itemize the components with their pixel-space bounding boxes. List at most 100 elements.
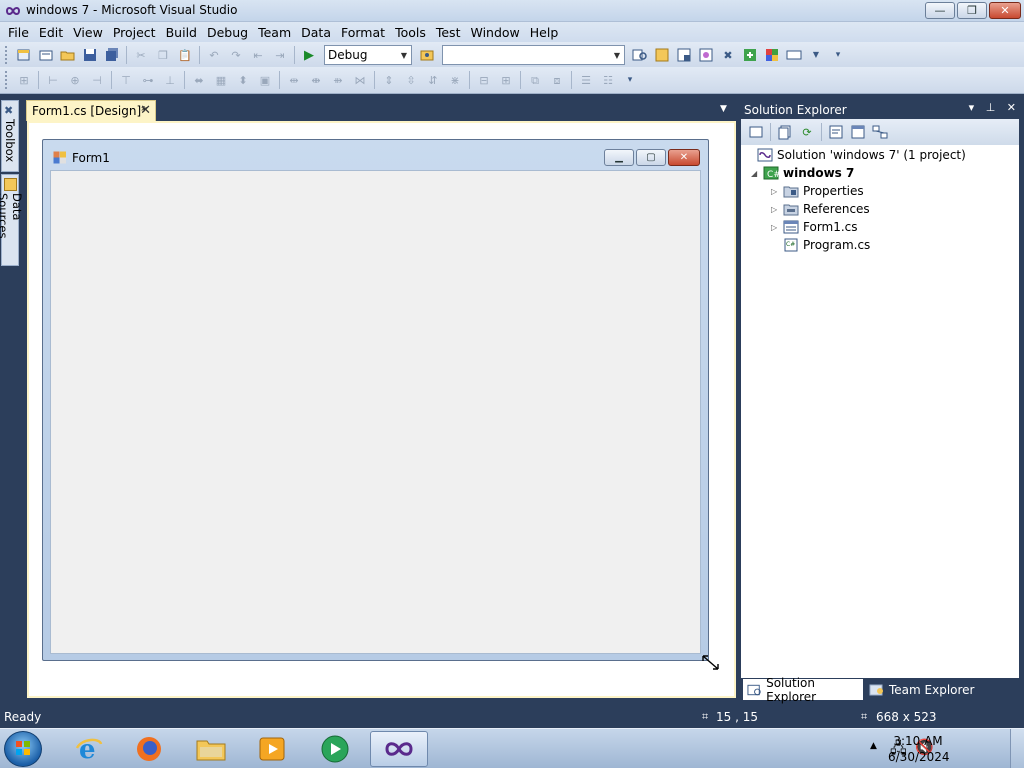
toolbar-options-icon[interactable]: ▾ <box>622 72 638 88</box>
close-button[interactable]: ✕ <box>989 2 1021 19</box>
close-tab-icon[interactable]: ✕ <box>140 103 151 118</box>
toolbar-grip[interactable] <box>5 46 9 64</box>
menu-help[interactable]: Help <box>525 25 564 40</box>
center-vertically-icon[interactable]: ⊞ <box>498 72 514 88</box>
taskbar-firefox[interactable] <box>122 731 176 767</box>
align-lefts-icon[interactable]: ⊢ <box>45 72 61 88</box>
horizontal-spacing-equal-icon[interactable]: ⇹ <box>286 72 302 88</box>
navigate-forward-icon[interactable]: ⇥ <box>272 47 288 63</box>
vertical-spacing-equal-icon[interactable]: ⇕ <box>381 72 397 88</box>
tab-solution-explorer[interactable]: Solution Explorer <box>743 676 863 704</box>
view-code-icon[interactable] <box>828 124 844 140</box>
increase-vertical-spacing-icon[interactable]: ⇳ <box>403 72 419 88</box>
menu-tools[interactable]: Tools <box>390 25 431 40</box>
undo-icon[interactable]: ↶ <box>206 47 222 63</box>
size-to-grid-icon[interactable]: ▦ <box>213 72 229 88</box>
decrease-horizontal-spacing-icon[interactable]: ⇻ <box>330 72 346 88</box>
align-tops-icon[interactable]: ⊤ <box>118 72 134 88</box>
solution-explorer-icon[interactable] <box>654 47 670 63</box>
properties-window-icon[interactable] <box>676 47 692 63</box>
menu-data[interactable]: Data <box>296 25 336 40</box>
tree-item-solution[interactable]: Solution 'windows 7' (1 project) <box>745 146 966 164</box>
show-hidden-icons[interactable]: ▲ <box>870 741 877 751</box>
tree-item-project[interactable]: ◢ C# windows 7 <box>751 164 854 182</box>
menu-debug[interactable]: Debug <box>202 25 253 40</box>
menu-build[interactable]: Build <box>161 25 202 40</box>
save-all-icon[interactable] <box>104 47 120 63</box>
align-to-grid-icon[interactable]: ⊞ <box>16 72 32 88</box>
new-project-icon[interactable] <box>16 47 32 63</box>
expander[interactable]: ▷ <box>771 223 783 232</box>
copy-icon[interactable]: ❐ <box>155 47 171 63</box>
solution-platforms-icon[interactable] <box>419 47 435 63</box>
remove-vertical-spacing-icon[interactable]: ⋇ <box>447 72 463 88</box>
open-file-icon[interactable] <box>60 47 76 63</box>
redo-icon[interactable]: ↷ <box>228 47 244 63</box>
toolbox-icon[interactable]: ✖ <box>720 47 736 63</box>
taskbar-visual-studio[interactable] <box>370 731 428 767</box>
toolbox-tab[interactable]: ✖ Toolbox <box>1 100 19 172</box>
minimize-button[interactable]: — <box>925 2 955 19</box>
find-in-files-icon[interactable] <box>632 47 648 63</box>
menu-team[interactable]: Team <box>253 25 296 40</box>
solution-configuration-dropdown[interactable]: Debug ▼ <box>324 45 412 65</box>
toolbar-grip[interactable] <box>5 71 9 89</box>
resize-handle-icon[interactable] <box>701 654 721 672</box>
start-page-icon[interactable] <box>764 47 780 63</box>
save-icon[interactable] <box>82 47 98 63</box>
menu-format[interactable]: Format <box>336 25 390 40</box>
data-sources-tab[interactable]: Data Sources <box>0 174 24 266</box>
find-combo[interactable]: ▼ <box>442 45 625 65</box>
form-close-button[interactable]: ✕ <box>668 149 700 166</box>
start-debugging-icon[interactable]: ▶ <box>301 47 317 63</box>
align-middles-icon[interactable]: ⊶ <box>140 72 156 88</box>
tab-order-icon[interactable]: ☰ <box>578 72 594 88</box>
form-maximize-button[interactable]: ▢ <box>636 149 666 166</box>
tree-item-program[interactable]: C# Program.cs <box>779 236 870 254</box>
system-clock[interactable]: 3:10 AM 6/30/2024 <box>888 733 950 765</box>
tree-item-properties[interactable]: ▷ Properties <box>771 182 864 200</box>
command-window-icon[interactable] <box>786 47 802 63</box>
tree-item-form1[interactable]: ▷ Form1.cs <box>771 218 858 236</box>
expander[interactable]: ▷ <box>771 187 783 196</box>
tab-team-explorer[interactable]: Team Explorer <box>865 679 995 700</box>
form-minimize-button[interactable]: ▁ <box>604 149 634 166</box>
center-horizontally-icon[interactable]: ⊟ <box>476 72 492 88</box>
object-browser-icon[interactable] <box>698 47 714 63</box>
make-same-width-icon[interactable]: ⬌ <box>191 72 207 88</box>
menu-file[interactable]: File <box>3 25 34 40</box>
toolbar-options-icon[interactable]: ▾ <box>830 47 846 63</box>
align-rights-icon[interactable]: ⊣ <box>89 72 105 88</box>
chevron-down-icon[interactable]: ▼ <box>720 104 727 114</box>
form-client-area[interactable] <box>50 170 701 654</box>
expander[interactable]: ◢ <box>751 169 763 178</box>
paste-icon[interactable]: 📋 <box>177 47 193 63</box>
refresh-icon[interactable]: ⟳ <box>799 124 815 140</box>
increase-horizontal-spacing-icon[interactable]: ⇼ <box>308 72 324 88</box>
bring-to-front-icon[interactable]: ⧉ <box>527 72 543 88</box>
show-all-files-icon[interactable] <box>777 124 793 140</box>
taskbar-media-center[interactable] <box>308 731 362 767</box>
start-button[interactable] <box>4 731 42 767</box>
taskbar-explorer[interactable] <box>184 731 238 767</box>
navigate-backward-icon[interactable]: ⇤ <box>250 47 266 63</box>
show-desktop-button[interactable] <box>1010 729 1024 768</box>
panel-window-buttons[interactable]: ▾ ⊥ ✕ <box>969 101 1020 114</box>
remove-horizontal-spacing-icon[interactable]: ⋈ <box>352 72 368 88</box>
align-bottoms-icon[interactable]: ⊥ <box>162 72 178 88</box>
add-item-icon[interactable] <box>38 47 54 63</box>
view-class-diagram-icon[interactable] <box>872 124 888 140</box>
tab-form1-design[interactable]: Form1.cs [Design]* ✕ <box>26 100 156 121</box>
menu-window[interactable]: Window <box>465 25 524 40</box>
lock-controls-icon[interactable]: ☷ <box>600 72 616 88</box>
taskbar-internet-explorer[interactable]: e <box>62 731 116 767</box>
menu-edit[interactable]: Edit <box>34 25 68 40</box>
restore-button[interactable]: ❐ <box>957 2 987 19</box>
decrease-vertical-spacing-icon[interactable]: ⇵ <box>425 72 441 88</box>
menu-view[interactable]: View <box>68 25 108 40</box>
expander[interactable]: ▷ <box>771 205 783 214</box>
menu-project[interactable]: Project <box>108 25 161 40</box>
properties-icon[interactable] <box>748 124 764 140</box>
align-centers-icon[interactable]: ⊕ <box>67 72 83 88</box>
chevron-down-icon[interactable]: ▼ <box>808 47 824 63</box>
